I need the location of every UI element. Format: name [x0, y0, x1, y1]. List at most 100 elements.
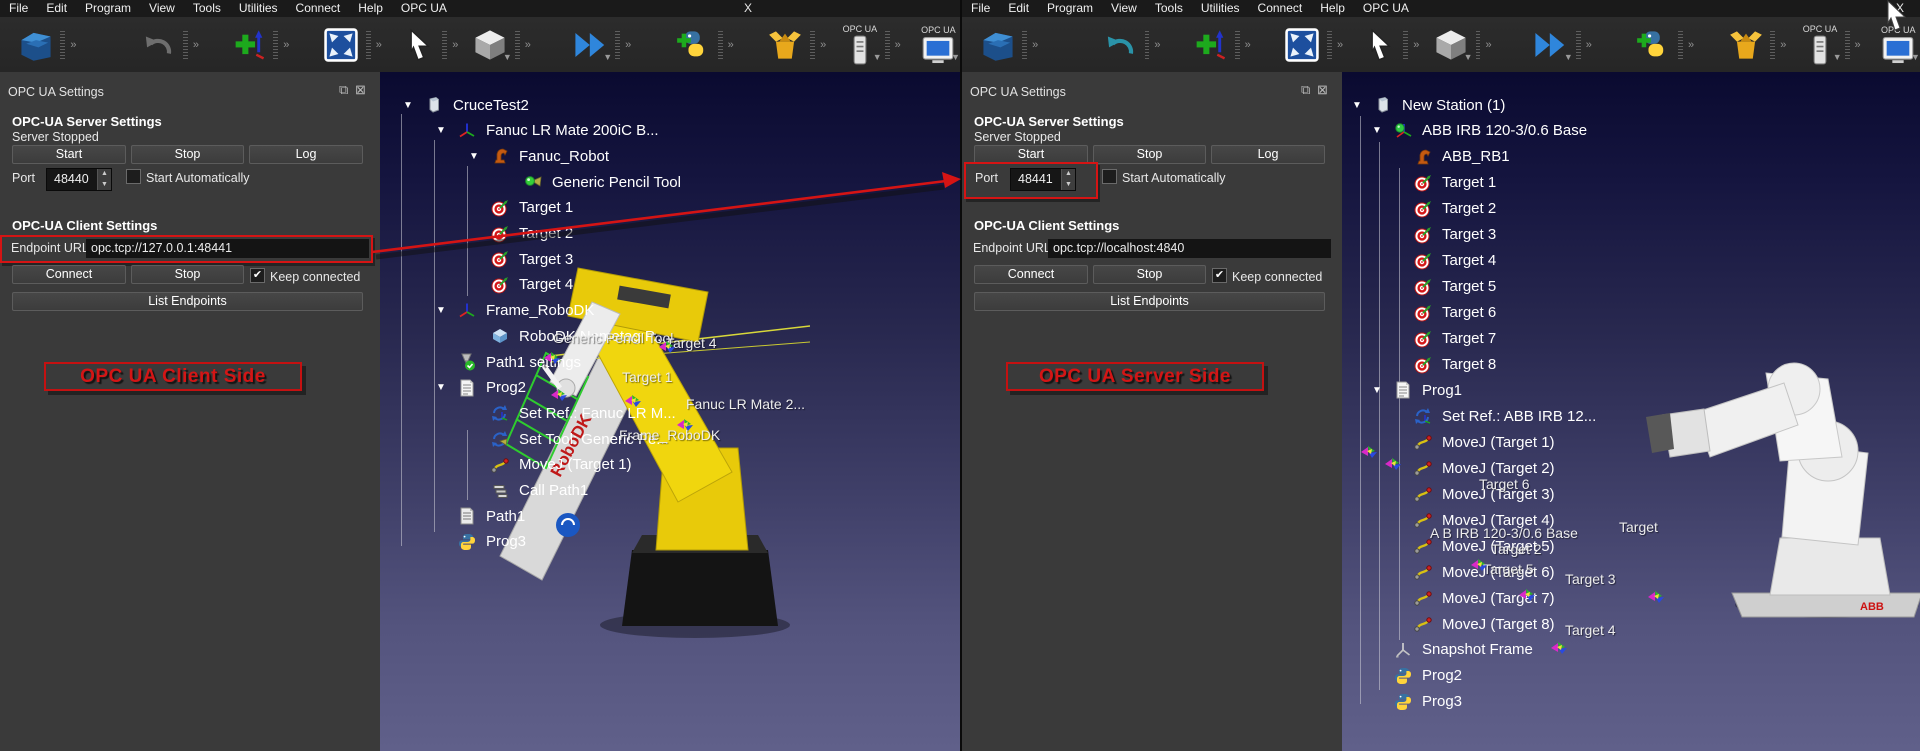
- toolbar-overflow-icon[interactable]: »: [1245, 39, 1251, 51]
- chevron-down-icon[interactable]: ▼: [1911, 52, 1920, 62]
- list-endpoints-button[interactable]: List Endpoints: [974, 292, 1325, 311]
- menu-view[interactable]: View: [1102, 0, 1146, 17]
- tree-item-movej-target-8[interactable]: MoveJ (Target 8): [1384, 613, 1555, 635]
- spin-down-icon[interactable]: ▼: [98, 180, 111, 191]
- tree-item-movej-target-1[interactable]: MoveJ (Target 1): [461, 454, 632, 476]
- toolbar-overflow-icon[interactable]: »: [1780, 39, 1786, 51]
- tree-item-prog2[interactable]: Prog2: [1364, 665, 1462, 687]
- menu-opc-ua[interactable]: OPC UA: [392, 0, 456, 17]
- toolbar-overflow-icon[interactable]: »: [1855, 39, 1861, 51]
- toolbar-overflow-icon[interactable]: »: [193, 39, 199, 51]
- server-log-button[interactable]: Log: [1211, 145, 1325, 164]
- tree-item-target-3[interactable]: Target 3: [1384, 224, 1496, 246]
- chevron-down-icon[interactable]: ▼: [1464, 52, 1473, 62]
- 3d-viewport[interactable]: RoboDK ▼CruceTest2▼: [380, 72, 960, 751]
- tree-item-target-4[interactable]: Target 4: [461, 274, 573, 296]
- toolbar-overflow-icon[interactable]: »: [452, 39, 458, 51]
- fit-all-button[interactable]: [319, 20, 362, 70]
- port-stepper[interactable]: 48441 ▲▼: [1010, 168, 1076, 191]
- menu-connect[interactable]: Connect: [1249, 0, 1312, 17]
- toolbar-overflow-icon[interactable]: »: [70, 39, 76, 51]
- target-marker-icon[interactable]: [624, 392, 646, 415]
- tree-item-prog2[interactable]: ▼Prog2: [428, 377, 526, 399]
- select-cursor-button[interactable]: [1357, 20, 1400, 70]
- spin-down-icon[interactable]: ▼: [1062, 180, 1075, 191]
- run-program-button[interactable]: ▼: [1530, 20, 1573, 70]
- toolbar-grip[interactable]: [183, 31, 188, 59]
- tree-item-target-8[interactable]: Target 8: [1384, 354, 1496, 376]
- toolbar-grip[interactable]: [1476, 31, 1481, 59]
- toolbar-grip[interactable]: [615, 31, 620, 59]
- tree-item-frame-robodk[interactable]: ▼Frame_RoboDK: [428, 300, 594, 322]
- chevron-down-icon[interactable]: ▼: [603, 52, 612, 62]
- target-marker-icon[interactable]: [1518, 586, 1540, 609]
- menu-program[interactable]: Program: [1038, 0, 1102, 17]
- tree-item-generic-pencil-tool[interactable]: Generic Pencil Tool: [494, 171, 681, 193]
- tree-item-target-7[interactable]: Target 7: [1384, 328, 1496, 350]
- toolbar-grip[interactable]: [1770, 31, 1775, 59]
- target-marker-icon[interactable]: [1470, 556, 1492, 579]
- toolbar-grip[interactable]: [442, 31, 447, 59]
- tree-item-fanuc-lr-mate-200ic-b[interactable]: ▼Fanuc LR Mate 200iC B...: [428, 120, 659, 142]
- toolbar-grip[interactable]: [1403, 31, 1408, 59]
- menu-file[interactable]: File: [962, 0, 999, 17]
- toolbar-overflow-icon[interactable]: »: [895, 39, 901, 51]
- add-python-program-button[interactable]: [1632, 20, 1675, 70]
- add-python-program-button[interactable]: [671, 20, 714, 70]
- endpoint-url-field[interactable]: opc.tcp://127.0.0.1:48441: [86, 239, 369, 258]
- menu-utilities[interactable]: Utilities: [1192, 0, 1249, 17]
- expand-arrow-icon[interactable]: ▼: [428, 125, 454, 136]
- chevron-down-icon[interactable]: ▼: [1833, 52, 1842, 62]
- target-marker-icon[interactable]: [1384, 455, 1406, 478]
- expand-arrow-icon[interactable]: ▼: [395, 100, 421, 111]
- tree-item-call-path1[interactable]: Call Path1: [461, 480, 588, 502]
- target-marker-icon[interactable]: [1647, 588, 1669, 611]
- float-panel-icon[interactable]: ⧉: [339, 83, 348, 96]
- client-connect-button[interactable]: Connect: [974, 265, 1088, 284]
- expand-arrow-icon[interactable]: ▼: [428, 382, 454, 393]
- tree-item-snapshot-frame[interactable]: Snapshot Frame: [1364, 639, 1533, 661]
- toolbar-overflow-icon[interactable]: »: [728, 39, 734, 51]
- menu-tools[interactable]: Tools: [1146, 0, 1192, 17]
- isometric-view-button[interactable]: ▼: [1429, 20, 1472, 70]
- abb-robot-graphic[interactable]: ABB: [1632, 355, 1920, 625]
- tree-item-target-5[interactable]: Target 5: [1384, 276, 1496, 298]
- toolbar-grip[interactable]: [1022, 31, 1027, 59]
- tree-item-set-ref-abb-irb-12[interactable]: Set Ref.: ABB IRB 12...: [1384, 405, 1596, 427]
- add-reference-frame-button[interactable]: [1189, 20, 1232, 70]
- expand-arrow-icon[interactable]: ▼: [1344, 100, 1370, 111]
- toolbar-grip[interactable]: [1678, 31, 1683, 59]
- undo-button[interactable]: [1098, 20, 1141, 70]
- spin-up-icon[interactable]: ▲: [1062, 169, 1075, 180]
- menu-program[interactable]: Program: [76, 0, 140, 17]
- tree-item-crucetest2[interactable]: ▼CruceTest2: [395, 94, 529, 116]
- menu-file[interactable]: File: [0, 0, 37, 17]
- toolbar-grip[interactable]: [1845, 31, 1850, 59]
- fit-all-button[interactable]: [1281, 20, 1324, 70]
- expand-arrow-icon[interactable]: ▼: [461, 151, 487, 162]
- tree-item-fanuc-robot[interactable]: ▼Fanuc_Robot: [461, 145, 609, 167]
- chevron-down-icon[interactable]: ▼: [873, 52, 882, 62]
- spin-up-icon[interactable]: ▲: [98, 169, 111, 180]
- toolbar-overflow-icon[interactable]: »: [283, 39, 289, 51]
- server-stop-button[interactable]: Stop: [1093, 145, 1206, 164]
- client-connect-button[interactable]: Connect: [12, 265, 126, 284]
- client-stop-button[interactable]: Stop: [131, 265, 244, 284]
- menu-opc-ua[interactable]: OPC UA: [1354, 0, 1418, 17]
- endpoint-url-field[interactable]: opc.tcp://localhost:4840: [1048, 239, 1331, 258]
- open-button[interactable]: [976, 20, 1019, 70]
- select-cursor-button[interactable]: [396, 20, 439, 70]
- menu-edit[interactable]: Edit: [999, 0, 1038, 17]
- float-panel-icon[interactable]: ⧉: [1301, 83, 1310, 96]
- tree-item-movej-target-1[interactable]: MoveJ (Target 1): [1384, 431, 1555, 453]
- menu-tools[interactable]: Tools: [184, 0, 230, 17]
- tree-item-prog1[interactable]: ▼Prog1: [1364, 379, 1462, 401]
- list-endpoints-button[interactable]: List Endpoints: [12, 292, 363, 311]
- expand-arrow-icon[interactable]: ▼: [1364, 385, 1390, 396]
- toolbar-overflow-icon[interactable]: »: [1688, 39, 1694, 51]
- opcua-client-button[interactable]: OPC UA▼: [917, 20, 960, 70]
- target-marker-icon[interactable]: [658, 338, 680, 361]
- server-log-button[interactable]: Log: [249, 145, 363, 164]
- toolbar-overflow-icon[interactable]: »: [376, 39, 382, 51]
- menu-help[interactable]: Help: [349, 0, 392, 17]
